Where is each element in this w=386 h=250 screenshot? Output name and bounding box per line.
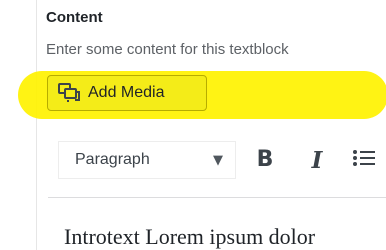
add-media-button[interactable]: Add Media [47,75,207,111]
section-description: Enter some content for this textblock [46,41,289,58]
media-library-icon [58,82,80,104]
bulleted-list-button[interactable] [350,145,378,175]
paragraph-format-select[interactable]: Paragraph ▼ [58,141,236,179]
caret-down-icon: ▼ [213,152,223,168]
add-media-label: Add Media [88,84,165,101]
bold-icon: B [256,147,274,172]
italic-icon: I [311,146,323,174]
bold-button[interactable]: B [250,145,280,175]
format-value: Paragraph [75,151,150,168]
editor-content-text[interactable]: Introtext Lorem ipsum dolor [64,224,315,250]
bulleted-list-icon [351,146,377,175]
section-title: Content [46,9,103,26]
italic-button[interactable]: I [302,145,332,175]
